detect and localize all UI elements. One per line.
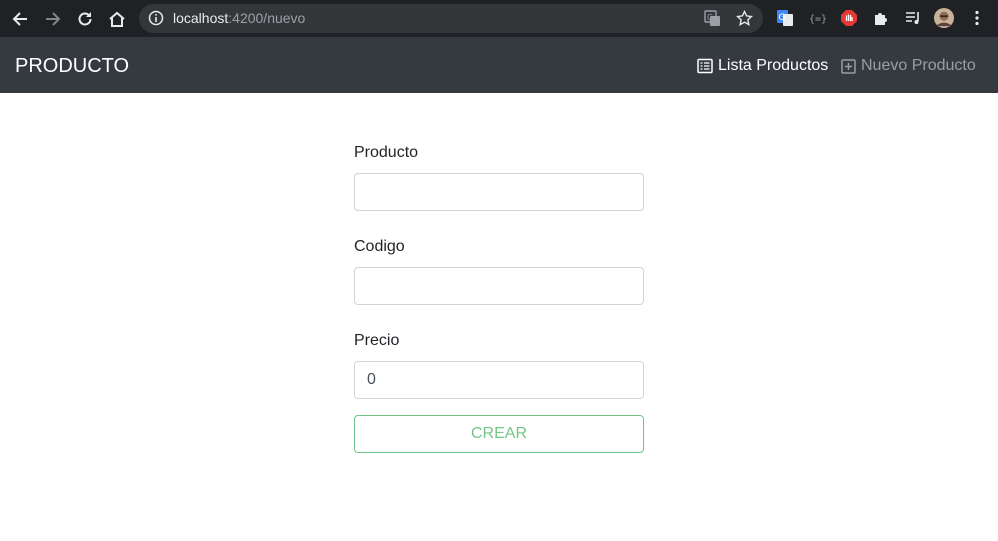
address-bar[interactable]: localhost:4200/nuevo G — [139, 4, 763, 33]
codigo-label: Codigo — [354, 238, 405, 255]
navbar-brand[interactable]: PRODUCTO — [15, 54, 129, 78]
nav-link-label: Nuevo Producto — [861, 57, 976, 74]
media-queue-icon[interactable] — [903, 8, 923, 28]
product-form: Producto Codigo Precio CREAR — [354, 141, 644, 453]
precio-label: Precio — [354, 332, 400, 349]
browser-toolbar: localhost:4200/nuevo G G {=} — [0, 0, 998, 37]
svg-text:{=}: {=} — [809, 14, 826, 25]
precio-input[interactable] — [354, 361, 644, 399]
nav-link-lista-productos[interactable]: Lista Productos — [697, 56, 828, 76]
json-extension-icon[interactable]: {=} — [807, 8, 827, 28]
profile-avatar[interactable] — [934, 8, 954, 28]
url-host: localhost — [173, 10, 229, 26]
crear-button[interactable]: CREAR — [354, 415, 644, 453]
kebab-menu-icon[interactable] — [967, 8, 987, 28]
puzzle-icon[interactable] — [871, 8, 891, 28]
nav-link-label: Lista Productos — [718, 57, 829, 74]
translate-icon[interactable]: G — [704, 10, 721, 27]
svg-text:G: G — [779, 13, 786, 23]
google-translate-extension-icon[interactable]: G — [775, 8, 795, 28]
home-icon[interactable] — [105, 7, 129, 31]
info-icon[interactable] — [148, 10, 164, 26]
url-path: :4200/nuevo — [228, 10, 306, 26]
codigo-input[interactable] — [354, 267, 644, 305]
url-text[interactable]: localhost:4200/nuevo — [173, 10, 305, 27]
svg-text:G: G — [707, 13, 713, 22]
star-icon[interactable] — [736, 10, 753, 27]
producto-label: Producto — [354, 144, 419, 161]
list-icon — [697, 58, 713, 74]
nav-link-nuevo-producto[interactable]: Nuevo Producto — [841, 56, 976, 76]
back-arrow-icon[interactable] — [8, 7, 32, 31]
reload-icon[interactable] — [73, 7, 97, 31]
plus-square-icon — [841, 58, 856, 74]
app-navbar: PRODUCTO Lista Productos Nuevo Producto — [0, 37, 998, 93]
producto-input[interactable] — [354, 173, 644, 211]
forward-arrow-icon[interactable] — [41, 7, 65, 31]
adblock-icon[interactable] — [839, 8, 859, 28]
